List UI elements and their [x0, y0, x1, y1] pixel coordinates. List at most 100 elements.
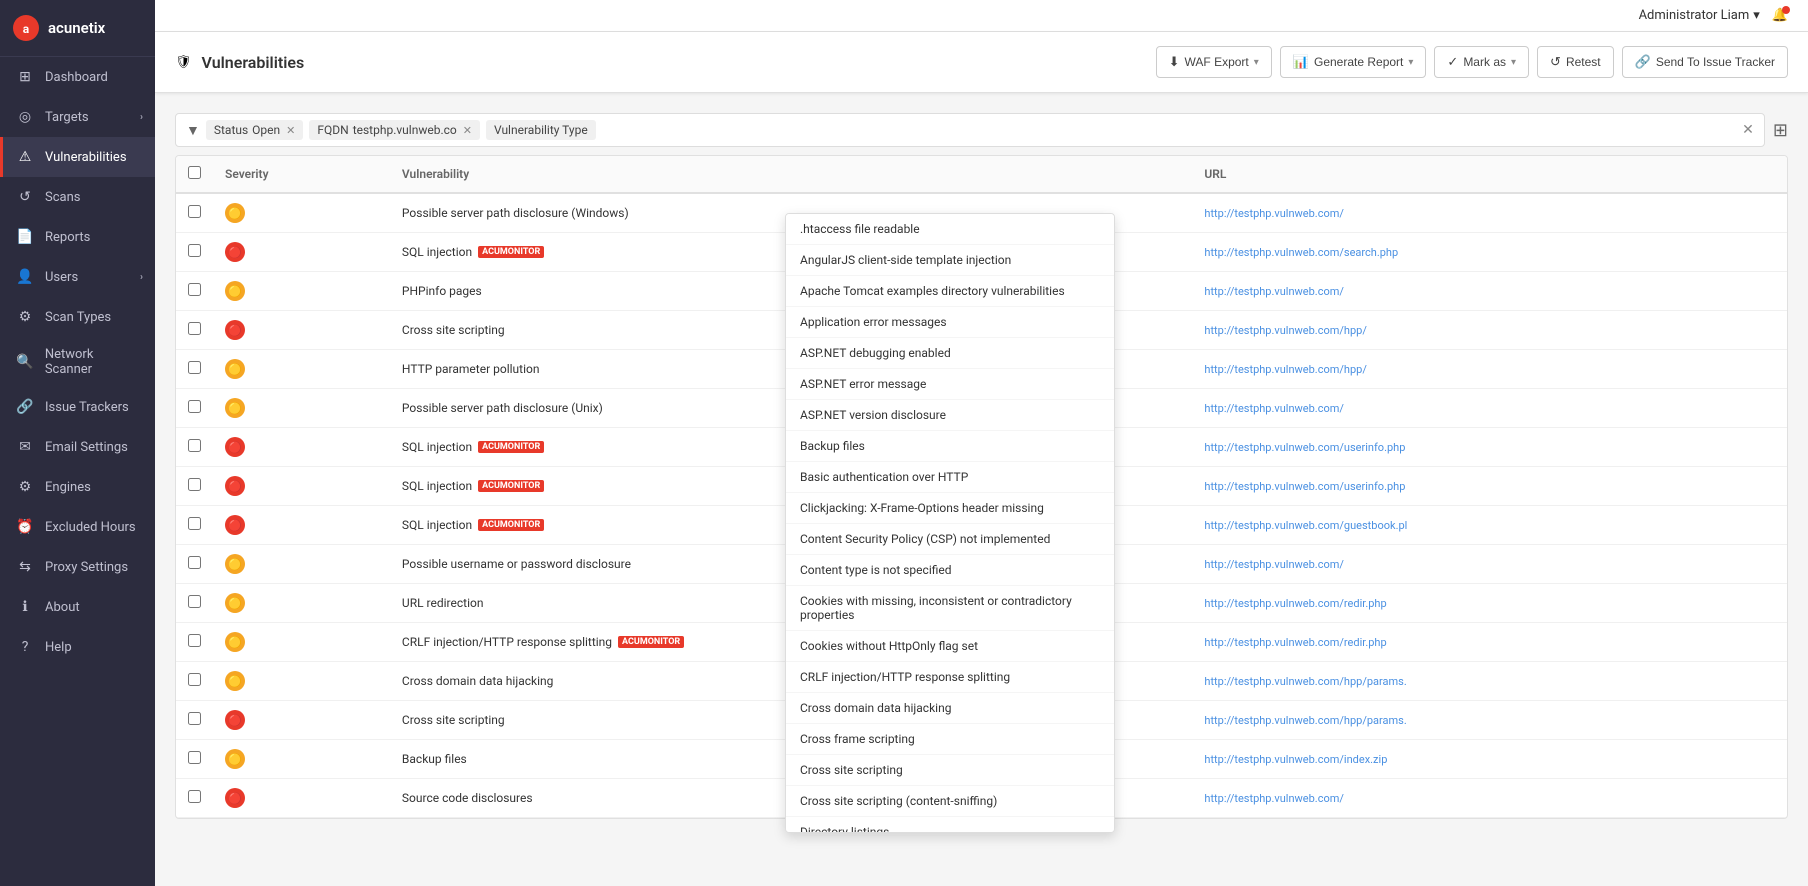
logo: a acunetix: [0, 0, 155, 57]
vulnerability-url[interactable]: http://testphp.vulnweb.com/hpp/params.: [1192, 662, 1787, 701]
dropdown-item[interactable]: Clickjacking: X-Frame-Options header mis…: [786, 493, 1114, 524]
row-checkbox-4[interactable]: [188, 361, 201, 374]
status-filter-close[interactable]: ✕: [286, 124, 295, 137]
vulnerability-url[interactable]: http://testphp.vulnweb.com/hpp/params.: [1192, 701, 1787, 740]
vulnerability-url[interactable]: http://testphp.vulnweb.com/userinfo.php: [1192, 428, 1787, 467]
filter-clear-button[interactable]: ✕: [1742, 122, 1754, 138]
severity-badge: 🔴: [225, 320, 245, 340]
sidebar-item-targets[interactable]: ◎ Targets ›: [0, 97, 155, 137]
retest-icon: ↺: [1550, 54, 1561, 70]
dropdown-item[interactable]: .htaccess file readable: [786, 214, 1114, 245]
sidebar-item-reports[interactable]: 📄 Reports: [0, 217, 155, 257]
dropdown-item[interactable]: AngularJS client-side template injection: [786, 245, 1114, 276]
row-checkbox-11[interactable]: [188, 634, 201, 647]
sidebar-item-email-settings[interactable]: ✉ Email Settings: [0, 427, 155, 467]
dropdown-item[interactable]: Cross domain data hijacking: [786, 693, 1114, 724]
retest-label: Retest: [1566, 55, 1601, 69]
sidebar-item-dashboard[interactable]: ⊞ Dashboard: [0, 57, 155, 97]
notifications-button[interactable]: 🔔: [1772, 8, 1788, 23]
vulnerability-url[interactable]: http://testphp.vulnweb.com/: [1192, 389, 1787, 428]
vulnerability-url[interactable]: http://testphp.vulnweb.com/hpp/: [1192, 311, 1787, 350]
row-checkbox-8[interactable]: [188, 517, 201, 530]
fqdn-filter-close[interactable]: ✕: [463, 124, 472, 137]
admin-user-menu[interactable]: Administrator Liam ▾: [1639, 8, 1760, 23]
vuln-type-filter-tag[interactable]: Vulnerability Type: [486, 120, 596, 140]
dropdown-item[interactable]: CRLF injection/HTTP response splitting: [786, 662, 1114, 693]
row-checkbox-1[interactable]: [188, 244, 201, 257]
vulnerability-url[interactable]: http://testphp.vulnweb.com/redir.php: [1192, 623, 1787, 662]
vulnerability-url[interactable]: http://testphp.vulnweb.com/: [1192, 545, 1787, 584]
row-checkbox-12[interactable]: [188, 673, 201, 686]
sidebar-item-about[interactable]: ℹ About: [0, 587, 155, 627]
sidebar-item-excluded-hours[interactable]: ⏰ Excluded Hours: [0, 507, 155, 547]
generate-report-button[interactable]: 📊 Generate Report ▾: [1280, 46, 1427, 78]
dropdown-item[interactable]: ASP.NET error message: [786, 369, 1114, 400]
row-checkbox-0[interactable]: [188, 205, 201, 218]
column-toggle-button[interactable]: ⊞: [1773, 120, 1788, 141]
send-to-issue-tracker-button[interactable]: 🔗 Send To Issue Tracker: [1622, 46, 1788, 78]
status-filter-tag[interactable]: Status Open ✕: [206, 120, 304, 140]
dropdown-item[interactable]: Application error messages: [786, 307, 1114, 338]
vulnerability-url[interactable]: http://testphp.vulnweb.com/userinfo.php: [1192, 467, 1787, 506]
vuln-type-filter-input[interactable]: [602, 123, 757, 137]
page-title: Vulnerabilities: [202, 53, 305, 72]
dropdown-item[interactable]: Content Security Policy (CSP) not implem…: [786, 524, 1114, 555]
dropdown-item[interactable]: Cross frame scripting: [786, 724, 1114, 755]
vulnerability-url[interactable]: http://testphp.vulnweb.com/: [1192, 779, 1787, 818]
row-checkbox-13[interactable]: [188, 712, 201, 725]
users-icon: 👤: [15, 267, 35, 287]
sidebar-item-help[interactable]: ? Help: [0, 627, 155, 667]
dropdown-item[interactable]: Cookies without HttpOnly flag set: [786, 631, 1114, 662]
severity-badge: 🔴: [225, 437, 245, 457]
fqdn-filter-tag[interactable]: FQDN testphp.vulnweb.co ✕: [309, 120, 480, 140]
sidebar-item-issue-trackers[interactable]: 🔗 Issue Trackers: [0, 387, 155, 427]
vulnerability-url[interactable]: http://testphp.vulnweb.com/guestbook.pl: [1192, 506, 1787, 545]
row-checkbox-2[interactable]: [188, 283, 201, 296]
vulnerability-url[interactable]: http://testphp.vulnweb.com/: [1192, 272, 1787, 311]
row-checkbox-7[interactable]: [188, 478, 201, 491]
sidebar-item-proxy-settings[interactable]: ⇆ Proxy Settings: [0, 547, 155, 587]
sidebar-item-vulnerabilities[interactable]: ⚠ Vulnerabilities: [0, 137, 155, 177]
row-checkbox-10[interactable]: [188, 595, 201, 608]
dropdown-item[interactable]: ASP.NET version disclosure: [786, 400, 1114, 431]
row-checkbox-6[interactable]: [188, 439, 201, 452]
sidebar-item-users[interactable]: 👤 Users ›: [0, 257, 155, 297]
dropdown-item[interactable]: Backup files: [786, 431, 1114, 462]
waf-export-button[interactable]: ⬇ WAF Export ▾: [1156, 46, 1272, 78]
vulnerability-url[interactable]: http://testphp.vulnweb.com/search.php: [1192, 233, 1787, 272]
row-checkbox-14[interactable]: [188, 751, 201, 764]
dropdown-item[interactable]: Cross site scripting (content-sniffing): [786, 786, 1114, 817]
dropdown-item[interactable]: Cross site scripting: [786, 755, 1114, 786]
vulnerability-url[interactable]: http://testphp.vulnweb.com/: [1192, 193, 1787, 233]
severity-badge: 🟡: [225, 359, 245, 379]
row-checkbox-5[interactable]: [188, 400, 201, 413]
vulnerability-url[interactable]: http://testphp.vulnweb.com/hpp/: [1192, 350, 1787, 389]
vulnerability-url[interactable]: http://testphp.vulnweb.com/index.zip: [1192, 740, 1787, 779]
status-filter-label: Status: [214, 123, 248, 137]
vulnerabilities-icon: ⚠: [15, 147, 35, 167]
severity-badge: 🟡: [225, 554, 245, 574]
sidebar-item-scans[interactable]: ↺ Scans: [0, 177, 155, 217]
acunetix-logo-icon: a: [12, 14, 40, 42]
retest-button[interactable]: ↺ Retest: [1537, 46, 1614, 78]
select-all-checkbox[interactable]: [188, 166, 201, 179]
severity-badge: 🔴: [225, 515, 245, 535]
vulnerability-url[interactable]: http://testphp.vulnweb.com/redir.php: [1192, 584, 1787, 623]
severity-badge: 🟡: [225, 671, 245, 691]
sidebar-item-engines[interactable]: ⚙ Engines: [0, 467, 155, 507]
acumonitor-badge: ACUMONITOR: [478, 246, 544, 258]
dropdown-item[interactable]: Basic authentication over HTTP: [786, 462, 1114, 493]
dropdown-item[interactable]: Content type is not specified: [786, 555, 1114, 586]
chevron-down-icon: ▾: [1511, 57, 1516, 68]
row-checkbox-9[interactable]: [188, 556, 201, 569]
dropdown-item[interactable]: ASP.NET debugging enabled: [786, 338, 1114, 369]
dropdown-item[interactable]: Apache Tomcat examples directory vulnera…: [786, 276, 1114, 307]
targets-icon: ◎: [15, 107, 35, 127]
dropdown-item[interactable]: Cookies with missing, inconsistent or co…: [786, 586, 1114, 631]
mark-as-button[interactable]: ✓ Mark as ▾: [1434, 46, 1529, 78]
row-checkbox-15[interactable]: [188, 790, 201, 803]
sidebar-item-network-scanner[interactable]: 🔍 Network Scanner: [0, 337, 155, 387]
row-checkbox-3[interactable]: [188, 322, 201, 335]
dropdown-item[interactable]: Directory listings: [786, 817, 1114, 833]
sidebar-item-scan-types[interactable]: ⚙ Scan Types: [0, 297, 155, 337]
